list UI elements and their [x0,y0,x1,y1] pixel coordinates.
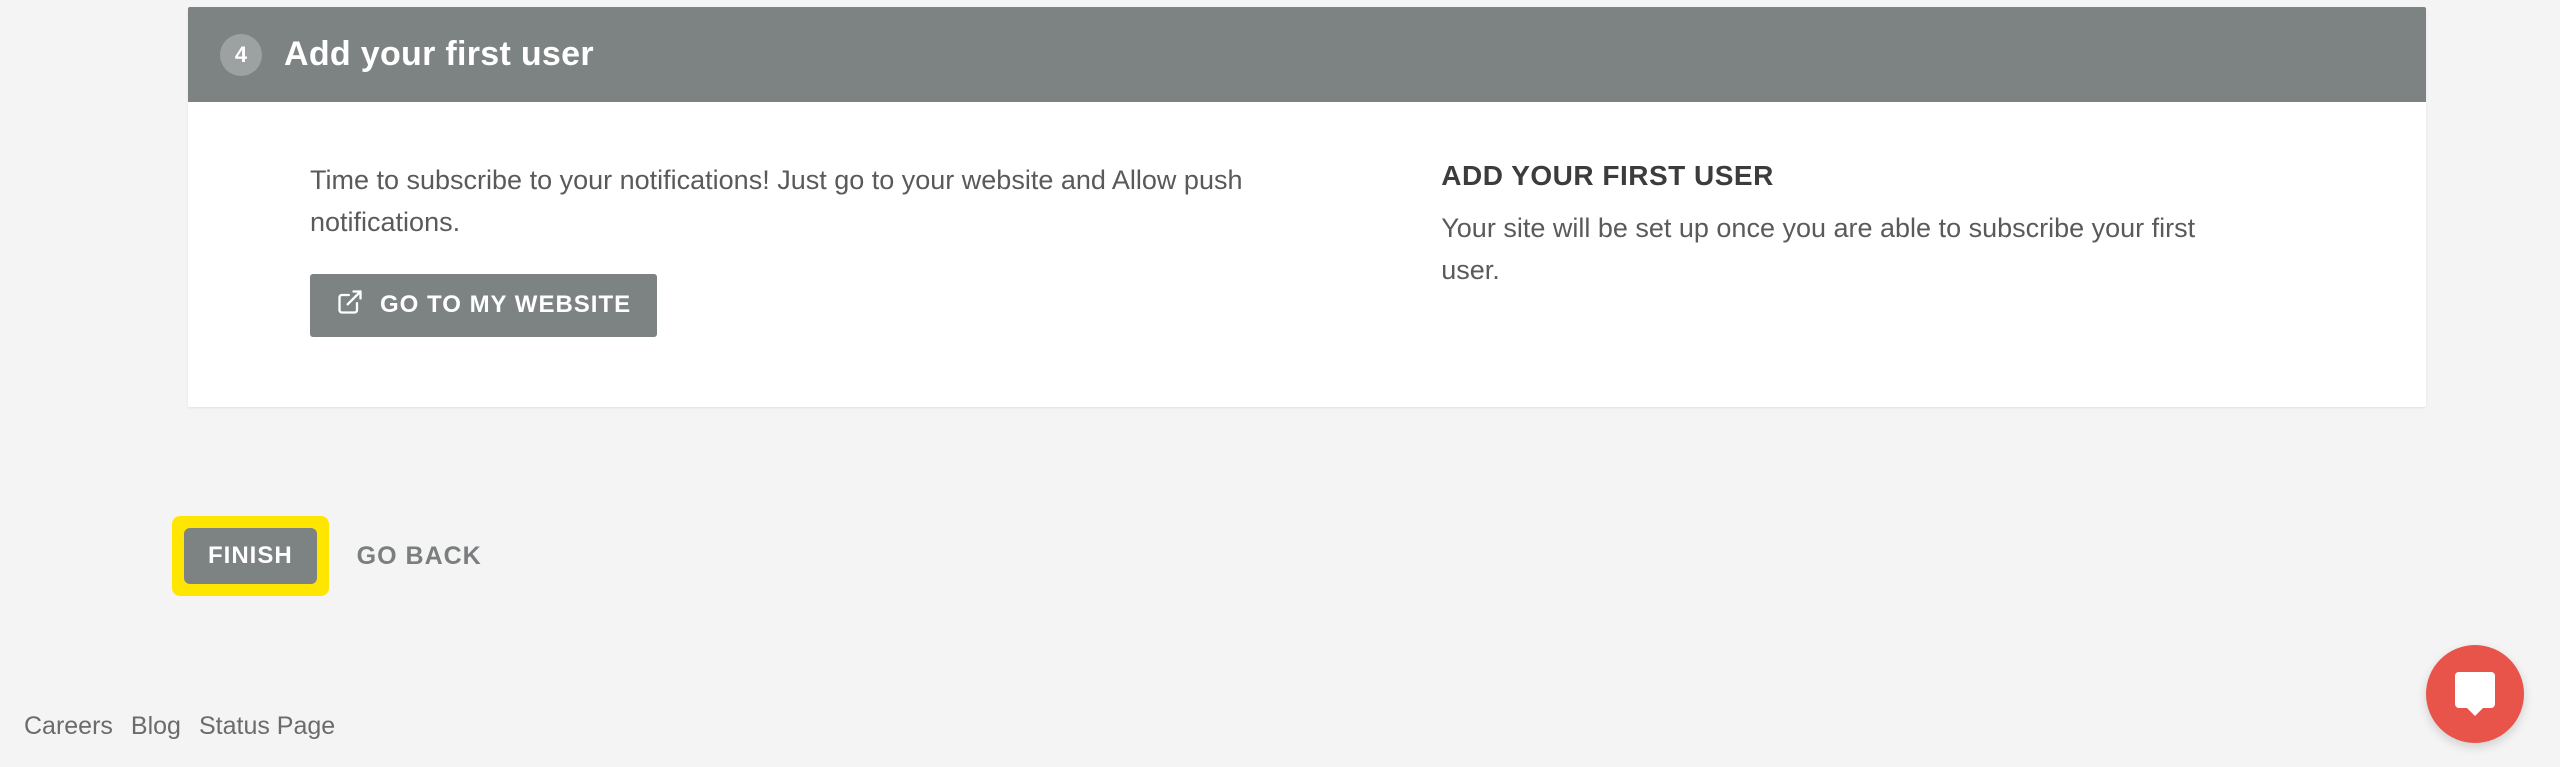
chat-widget-button[interactable] [2426,645,2524,743]
footer-blog-link[interactable]: Blog [131,712,181,741]
finish-highlight: FINISH [172,516,329,596]
card-title: Add your first user [284,35,594,74]
footer-links: Careers Blog Status Page [24,712,335,741]
finish-button[interactable]: FINISH [184,528,317,584]
go-back-button[interactable]: GO BACK [357,542,482,571]
go-to-website-button[interactable]: GO TO MY WEBSITE [310,274,657,337]
left-column: Time to subscribe to your notifications!… [188,160,1441,337]
step-number-badge: 4 [220,34,262,76]
right-description: Your site will be set up once you are ab… [1441,208,2201,292]
external-link-icon [336,288,364,323]
card-body: Time to subscribe to your notifications!… [188,102,2426,407]
card-header: 4 Add your first user [188,7,2426,102]
instruction-text: Time to subscribe to your notifications!… [310,160,1330,244]
right-column: ADD YOUR FIRST USER Your site will be se… [1441,160,2426,337]
go-to-website-label: GO TO MY WEBSITE [380,291,631,319]
right-heading: ADD YOUR FIRST USER [1441,160,2346,192]
chat-icon [2451,668,2499,721]
footer-careers-link[interactable]: Careers [24,712,113,741]
footer-status-link[interactable]: Status Page [199,712,335,741]
actions-row: FINISH GO BACK [172,516,482,596]
step-card: 4 Add your first user Time to subscribe … [188,7,2426,407]
